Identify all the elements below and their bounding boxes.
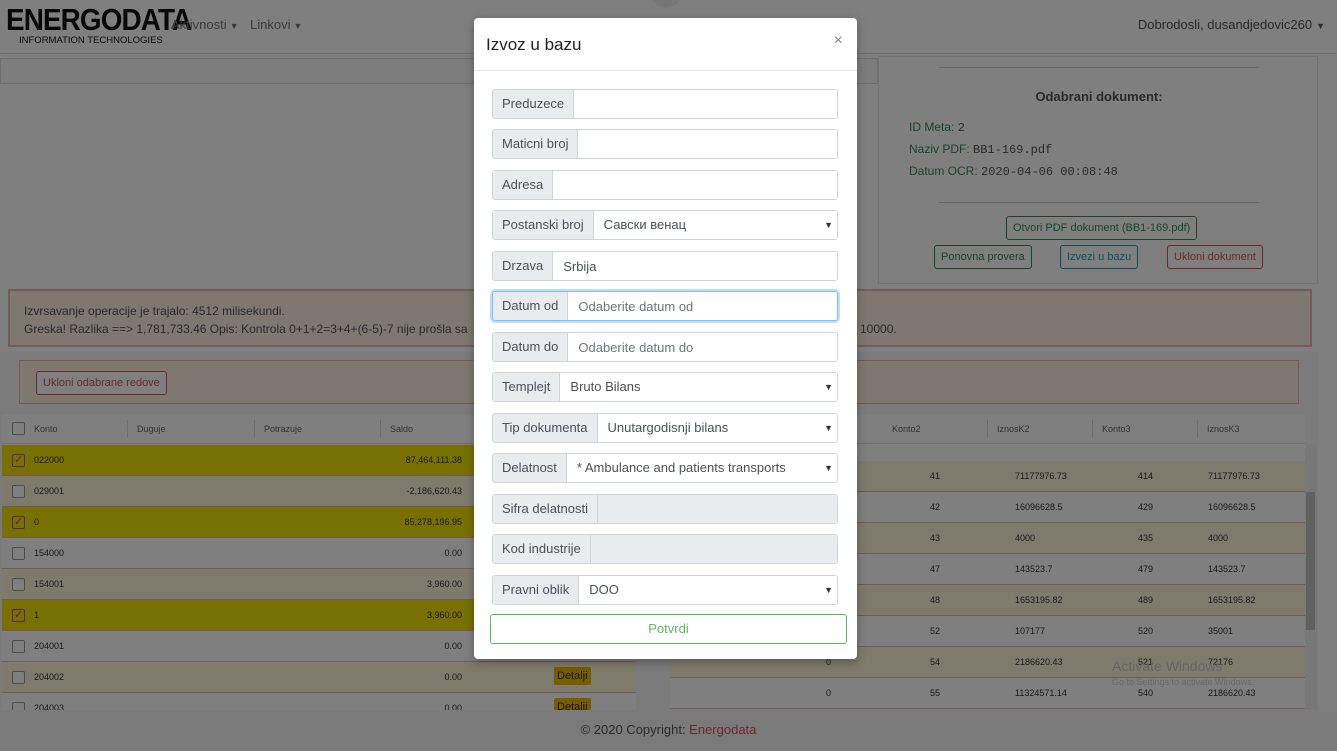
chevron-down-icon: ▼: [824, 585, 833, 595]
kod-industrije-label: Kod industrije: [493, 535, 591, 563]
pravni-oblik-field: Pravni oblik DOO ▼: [492, 575, 838, 605]
postanski-broj-value: Савски венац: [603, 217, 687, 232]
adresa-label: Adresa: [493, 171, 554, 199]
maticni-broj-input[interactable]: [578, 130, 837, 158]
drzava-field: Drzava: [492, 251, 838, 281]
postanski-broj-field: Postanski broj Савски венац ▼: [492, 210, 838, 240]
preduzece-label: Preduzece: [493, 90, 575, 118]
postanski-broj-label: Postanski broj: [493, 211, 594, 239]
delatnost-value: * Ambulance and patients transports: [576, 460, 786, 475]
tip-dokumenta-select[interactable]: Unutargodisnji bilans ▼: [597, 414, 837, 442]
adresa-field: Adresa: [492, 170, 838, 200]
chevron-down-icon: ▼: [824, 382, 833, 392]
templejt-label: Templejt: [493, 373, 561, 401]
pravni-oblik-select[interactable]: DOO ▼: [579, 576, 837, 604]
close-icon[interactable]: ×: [834, 32, 843, 50]
delatnost-label: Delatnost: [493, 454, 567, 482]
kod-industrije-field: Kod industrije: [492, 534, 838, 564]
datum-do-label: Datum do: [493, 333, 569, 361]
modal-title: Izvoz u bazu: [486, 35, 582, 54]
datum-od-field: Datum od: [492, 291, 838, 321]
sifra-delatnosti-label: Sifra delatnosti: [493, 495, 598, 523]
drzava-label: Drzava: [493, 252, 554, 280]
drzava-input[interactable]: [553, 252, 837, 280]
adresa-input[interactable]: [553, 171, 837, 199]
pravni-oblik-value: DOO: [589, 582, 619, 597]
chevron-down-icon: ▼: [824, 220, 833, 230]
sifra-delatnosti-input: [598, 495, 837, 523]
maticni-broj-field: Maticni broj: [492, 129, 838, 159]
templejt-field: Templejt Bruto Bilans ▼: [492, 372, 838, 402]
tip-dokumenta-field: Tip dokumenta Unutargodisnji bilans ▼: [492, 413, 838, 443]
datum-od-label: Datum od: [493, 292, 569, 320]
postanski-broj-select[interactable]: Савски венац ▼: [593, 211, 837, 239]
datum-do-field: Datum do: [492, 332, 838, 362]
templejt-value: Bruto Bilans: [570, 379, 641, 394]
chevron-down-icon: ▼: [824, 423, 833, 433]
export-modal: Izvoz u bazu × Preduzece Maticni broj Ad…: [474, 18, 857, 659]
modal-header: Izvoz u bazu ×: [474, 18, 857, 71]
tip-dokumenta-value: Unutargodisnji bilans: [607, 420, 729, 435]
pravni-oblik-label: Pravni oblik: [493, 576, 580, 604]
datum-od-input[interactable]: [568, 292, 837, 320]
chevron-down-icon: ▼: [824, 463, 833, 473]
tip-dokumenta-label: Tip dokumenta: [493, 414, 598, 442]
delatnost-field: Delatnost * Ambulance and patients trans…: [492, 453, 838, 483]
sifra-delatnosti-field: Sifra delatnosti: [492, 494, 838, 524]
preduzece-field: Preduzece: [492, 89, 838, 119]
preduzece-input[interactable]: [574, 90, 837, 118]
confirm-button[interactable]: Potvrdi: [490, 614, 847, 644]
datum-do-input[interactable]: [568, 333, 837, 361]
delatnost-select[interactable]: * Ambulance and patients transports ▼: [566, 454, 837, 482]
maticni-broj-label: Maticni broj: [493, 130, 579, 158]
templejt-select[interactable]: Bruto Bilans ▼: [560, 373, 837, 401]
kod-industrije-input: [590, 535, 837, 563]
